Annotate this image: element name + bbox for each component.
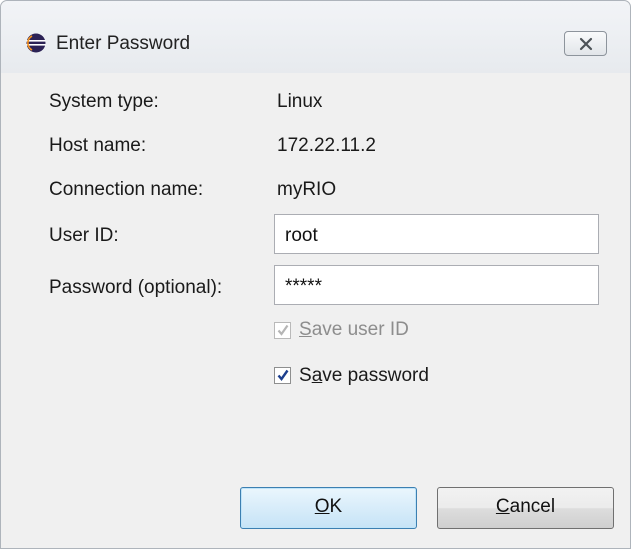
save-user-id-label: Save user ID xyxy=(299,319,409,341)
host-name-value: 172.22.11.2 xyxy=(277,135,376,156)
save-password-label-pre: S xyxy=(299,365,312,386)
save-password-label: Save password xyxy=(299,365,429,387)
ok-mnemonic: O xyxy=(314,496,330,517)
cancel-mnemonic: C xyxy=(495,496,510,517)
cancel-button[interactable]: Cancel xyxy=(437,487,614,529)
ok-label-rest: K xyxy=(329,496,343,517)
system-type-label: System type: xyxy=(49,91,159,112)
checkmark-icon xyxy=(277,324,289,336)
host-name-label: Host name: xyxy=(49,135,147,156)
ok-button[interactable]: OK xyxy=(240,487,417,529)
close-icon xyxy=(579,37,593,51)
user-id-label: User ID: xyxy=(49,225,119,246)
password-label: Password (optional): xyxy=(49,277,223,298)
system-type-value: Linux xyxy=(277,91,323,112)
connection-name-label: Connection name: xyxy=(49,179,204,200)
close-button[interactable] xyxy=(564,31,607,56)
eclipse-icon xyxy=(26,33,46,53)
title-bar[interactable]: Enter Password xyxy=(1,1,630,73)
save-user-id-checkbox[interactable] xyxy=(274,322,291,339)
cancel-label-rest: ancel xyxy=(509,496,556,517)
dialog-title: Enter Password xyxy=(56,33,191,54)
checkmark-icon xyxy=(277,369,289,381)
user-id-input[interactable]: root xyxy=(274,214,599,254)
save-password-checkbox[interactable] xyxy=(274,367,291,384)
enter-password-dialog: Enter Password System type: Linux Host n… xyxy=(0,0,631,549)
save-password-label-rest: ve password xyxy=(322,365,429,386)
password-input[interactable]: ***** xyxy=(274,265,599,305)
connection-name-value: myRIO xyxy=(277,179,337,200)
save-user-id-label-rest: ave user ID xyxy=(311,319,409,340)
save-user-id-mnemonic: S xyxy=(299,319,312,340)
save-password-mnemonic: a xyxy=(311,365,323,386)
